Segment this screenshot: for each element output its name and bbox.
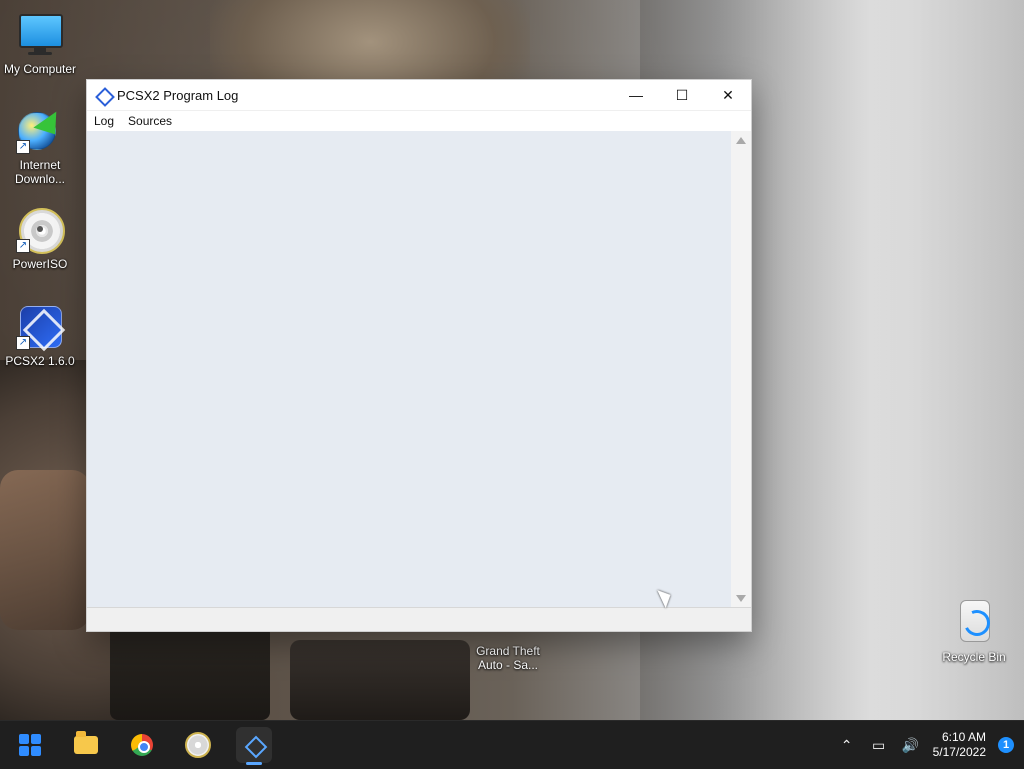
pcsx2-icon: ↗ bbox=[16, 302, 64, 350]
close-button[interactable]: ✕ bbox=[705, 80, 751, 110]
network-icon[interactable]: ▭ bbox=[869, 735, 889, 755]
window-titlebar[interactable]: PCSX2 Program Log — ☐ ✕ bbox=[87, 80, 751, 111]
maximize-button[interactable]: ☐ bbox=[659, 80, 705, 110]
vertical-scrollbar[interactable] bbox=[731, 131, 751, 608]
maximize-icon: ☐ bbox=[675, 86, 689, 103]
desktop-icon-poweriso[interactable]: ↗ PowerISO bbox=[0, 205, 80, 271]
desktop-icon-my-computer[interactable]: My Computer bbox=[0, 10, 80, 76]
desktop-icon-label: Grand Theft Auto - Sa... bbox=[476, 644, 540, 672]
file-explorer-icon bbox=[74, 731, 98, 754]
scroll-down-arrow-icon[interactable] bbox=[736, 595, 746, 602]
wallpaper-character-gear bbox=[290, 640, 470, 720]
volume-icon[interactable]: 🔊 bbox=[901, 735, 921, 755]
menu-log[interactable]: Log bbox=[94, 112, 114, 130]
wallpaper-character-strap bbox=[0, 470, 90, 630]
chrome-icon bbox=[131, 734, 153, 756]
window-title-area: PCSX2 Program Log bbox=[87, 87, 238, 103]
pcsx2-app-icon bbox=[95, 87, 111, 103]
recycle-bin-icon bbox=[950, 598, 998, 646]
desktop-icon-internet-download-manager[interactable]: ↗ Internet Downlo... bbox=[0, 106, 80, 186]
status-bar bbox=[87, 607, 751, 631]
start-button[interactable] bbox=[12, 727, 48, 763]
taskbar: ⌃ ▭ 🔊 6:10 AM 5/17/2022 1 bbox=[0, 720, 1024, 769]
menu-sources[interactable]: Sources bbox=[128, 112, 172, 130]
wallpaper-character-glove bbox=[110, 625, 270, 720]
close-icon: ✕ bbox=[722, 86, 734, 103]
chrome-button[interactable] bbox=[124, 727, 160, 763]
desktop-icon-label: My Computer bbox=[3, 62, 77, 76]
active-app-indicator bbox=[246, 762, 262, 765]
desktop-icon-label: Recycle Bin bbox=[942, 650, 1006, 664]
clock-date: 5/17/2022 bbox=[932, 745, 986, 759]
show-hidden-icons-chevron-icon[interactable]: ⌃ bbox=[837, 735, 857, 755]
taskbar-pinned-apps bbox=[12, 721, 272, 769]
log-text-area[interactable] bbox=[87, 131, 732, 608]
shortcut-arrow-icon: ↗ bbox=[16, 140, 30, 154]
window-controls: — ☐ ✕ bbox=[613, 80, 751, 110]
pcsx2-taskbar-button[interactable] bbox=[236, 727, 272, 765]
desktop-icon-label: PCSX2 1.6.0 bbox=[5, 354, 75, 368]
windows-start-icon bbox=[19, 734, 41, 756]
desktop-icon-label: PowerISO bbox=[12, 257, 68, 271]
window-title: PCSX2 Program Log bbox=[117, 87, 239, 103]
poweriso-taskbar-button[interactable] bbox=[180, 727, 216, 763]
shortcut-arrow-icon: ↗ bbox=[16, 336, 30, 350]
desktop-icon-pcsx2[interactable]: ↗ PCSX2 1.6.0 bbox=[0, 302, 80, 368]
pcsx2-program-log-window: PCSX2 Program Log — ☐ ✕ Log Sources bbox=[86, 79, 752, 632]
clock[interactable]: 6:10 AM 5/17/2022 bbox=[933, 730, 986, 760]
minimize-icon: — bbox=[629, 87, 643, 103]
internet-download-manager-icon: ↗ bbox=[16, 106, 67, 154]
pcsx2-taskbar-icon bbox=[243, 734, 265, 756]
system-tray: ⌃ ▭ 🔊 6:10 AM 5/17/2022 1 bbox=[837, 721, 1014, 769]
menu-bar: Log Sources bbox=[87, 111, 751, 132]
minimize-button[interactable]: — bbox=[613, 80, 659, 110]
desktop-icon-recycle-bin[interactable]: Recycle Bin bbox=[934, 598, 1014, 664]
clock-time: 6:10 AM bbox=[941, 730, 986, 744]
shortcut-arrow-icon: ↗ bbox=[16, 239, 30, 253]
desktop-icon-label: Internet Downlo... bbox=[14, 158, 66, 186]
poweriso-disc-icon: ↗ bbox=[16, 205, 65, 254]
poweriso-taskbar-icon bbox=[185, 732, 211, 758]
notification-badge[interactable]: 1 bbox=[998, 737, 1014, 753]
file-explorer-button[interactable] bbox=[68, 727, 104, 763]
scroll-up-arrow-icon[interactable] bbox=[736, 137, 746, 144]
monitor-icon bbox=[16, 10, 64, 58]
